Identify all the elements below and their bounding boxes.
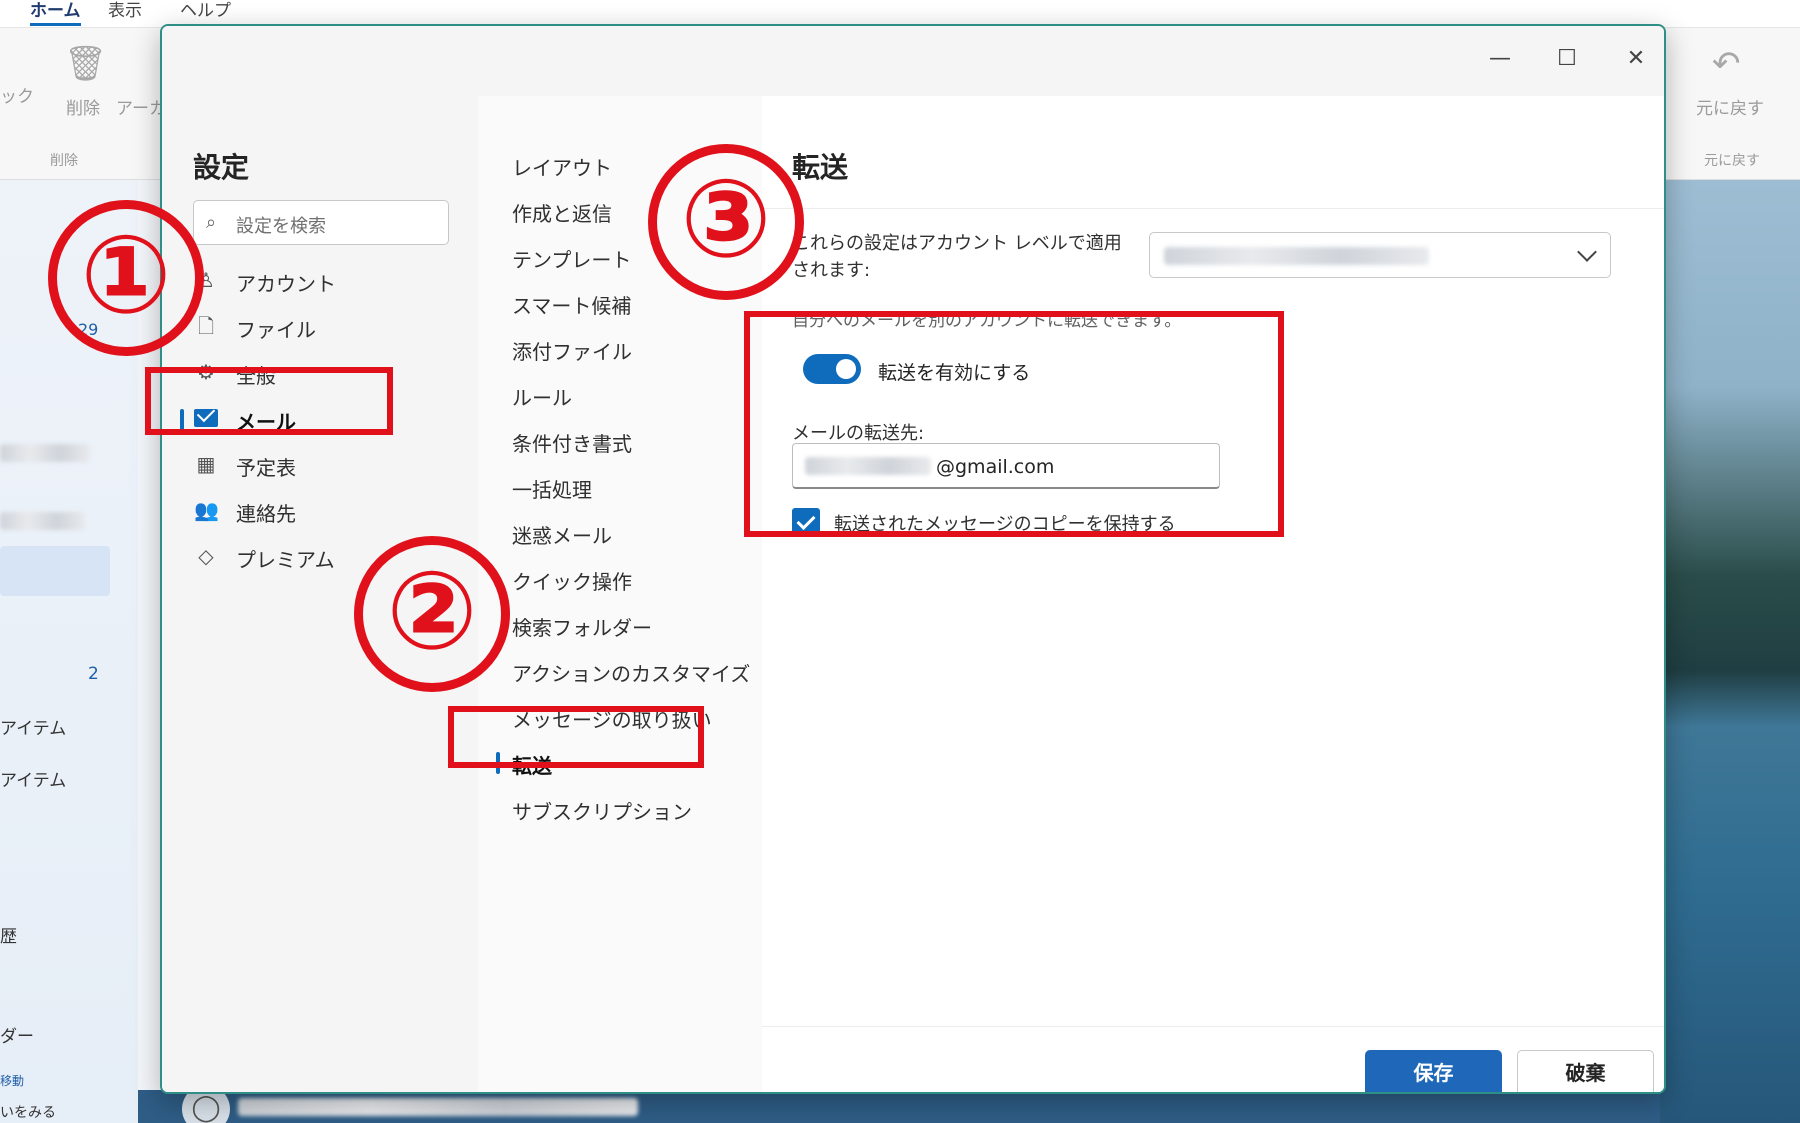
minimize-icon[interactable]: — — [1482, 42, 1518, 76]
folder-item[interactable]: 移動 — [0, 1072, 24, 1089]
settings-title: 設定 — [193, 151, 250, 184]
annotation-box-mail — [145, 367, 393, 435]
blurred-text — [238, 1098, 638, 1116]
ribbon-delete-label[interactable]: 削除 — [66, 94, 100, 119]
annotation-box-forwarding — [448, 706, 704, 768]
annotation-step-3: ③ — [648, 144, 804, 300]
folder-selection-highlight — [0, 546, 110, 596]
search-placeholder: 設定を検索 — [236, 216, 326, 237]
subnav-item-quick-steps[interactable]: クイック操作 — [496, 557, 756, 601]
chevron-down-icon — [1577, 242, 1597, 262]
subnav-item-subscriptions[interactable]: サブスクリプション — [496, 787, 756, 831]
subnav-item-label: 検索フォルダー — [512, 616, 652, 640]
settings-search-input[interactable]: ⌕ 設定を検索 — [193, 200, 449, 245]
ribbon-group-delete: 削除 — [50, 153, 78, 169]
undo-icon[interactable]: ↶ — [1712, 44, 1741, 84]
trash-icon[interactable]: 🗑 — [64, 44, 107, 84]
calendar-icon: ▦ — [196, 452, 216, 476]
folder-item[interactable]: アイテム — [0, 714, 66, 739]
annotation-box-forward-settings — [744, 311, 1284, 537]
subnav-item-attachments[interactable]: 添付ファイル — [496, 327, 756, 371]
nav-item-label: プレミアム — [236, 548, 335, 572]
subnav-item-label: アクションのカスタマイズ — [512, 662, 751, 686]
desktop-wallpaper — [1660, 180, 1800, 1123]
subnav-item-label: 条件付き書式 — [512, 432, 632, 456]
blurred-text — [0, 512, 85, 530]
dialog-titlebar: — ☐ ✕ — [162, 26, 1664, 96]
nav-item-account[interactable]: ♙ アカウント — [180, 259, 440, 303]
nav-item-label: アカウント — [236, 272, 336, 296]
nav-item-label: ファイル — [236, 318, 316, 342]
blurred-account-name — [1164, 247, 1429, 265]
maximize-icon[interactable]: ☐ — [1549, 42, 1585, 76]
subnav-item-label: サブスクリプション — [512, 800, 692, 824]
close-icon[interactable]: ✕ — [1618, 42, 1654, 76]
discard-button[interactable]: 破棄 — [1517, 1050, 1654, 1092]
background-strip — [138, 1090, 1660, 1123]
annotation-step-1: ① — [48, 200, 204, 356]
menu-tab-view[interactable]: 表示 — [108, 0, 142, 21]
account-level-note: これらの設定はアカウント レベルで適用されます: — [792, 233, 1122, 281]
folder-item[interactable]: いをみる — [0, 1102, 56, 1122]
folder-item[interactable]: 歴 — [0, 922, 17, 947]
subnav-item-label: テンプレート — [512, 248, 632, 272]
folder-item[interactable]: ダー — [0, 1022, 34, 1047]
nav-item-label: 連絡先 — [236, 502, 296, 526]
subnav-item-conditional-formatting[interactable]: 条件付き書式 — [496, 419, 756, 463]
people-icon: 👥 — [194, 498, 219, 522]
subnav-item-junk-mail[interactable]: 迷惑メール — [496, 511, 756, 555]
menu-tab-help[interactable]: ヘルプ — [180, 0, 231, 21]
subnav-item-rules[interactable]: ルール — [496, 373, 756, 417]
subnav-item-label: クイック操作 — [512, 570, 632, 594]
subnav-item-customize-actions[interactable]: アクションのカスタマイズ — [496, 649, 756, 693]
file-icon: 🗋 — [197, 314, 215, 338]
page-title: 転送 — [792, 151, 849, 184]
footer-divider — [762, 1026, 1664, 1027]
account-dropdown[interactable] — [1149, 232, 1611, 278]
folder-count: 2 — [88, 664, 99, 684]
nav-item-calendar[interactable]: ▦ 予定表 — [180, 443, 440, 487]
ribbon-undo-label[interactable]: 元に戻す — [1696, 94, 1764, 119]
subnav-item-search-folders[interactable]: 検索フォルダー — [496, 603, 756, 647]
diamond-icon: ◇ — [198, 544, 214, 568]
subnav-item-label: ルール — [512, 386, 572, 410]
subnav-item-label: スマート候補 — [512, 294, 632, 318]
search-icon: ⌕ — [206, 212, 217, 233]
forwarding-settings-pane: 転送 これらの設定はアカウント レベルで適用されます: 自分へのメールを別のアカ… — [762, 96, 1664, 1092]
folder-item[interactable]: アイテム — [0, 766, 66, 791]
subnav-item-label: 一括処理 — [512, 478, 592, 502]
divider — [762, 208, 1664, 209]
subnav-item-label: 作成と返信 — [512, 202, 612, 226]
menu-tab-home[interactable]: ホーム — [30, 0, 81, 26]
annotation-step-2: ② — [354, 536, 510, 692]
nav-item-contacts[interactable]: 👥 連絡先 — [180, 489, 440, 533]
subnav-item-label: 添付ファイル — [512, 340, 632, 364]
ribbon-archive-label[interactable]: アーカ — [116, 94, 166, 119]
blurred-text — [0, 444, 90, 462]
ribbon-group-undo: 元に戻す — [1704, 153, 1760, 169]
save-button[interactable]: 保存 — [1365, 1050, 1502, 1092]
ribbon-partial-label[interactable]: ック — [0, 82, 34, 107]
subnav-item-label: 迷惑メール — [512, 524, 612, 548]
nav-item-files[interactable]: 🗋 ファイル — [180, 305, 440, 349]
subnav-item-label: レイアウト — [512, 156, 612, 180]
nav-item-label: 予定表 — [236, 456, 296, 480]
subnav-item-sweep[interactable]: 一括処理 — [496, 465, 756, 509]
